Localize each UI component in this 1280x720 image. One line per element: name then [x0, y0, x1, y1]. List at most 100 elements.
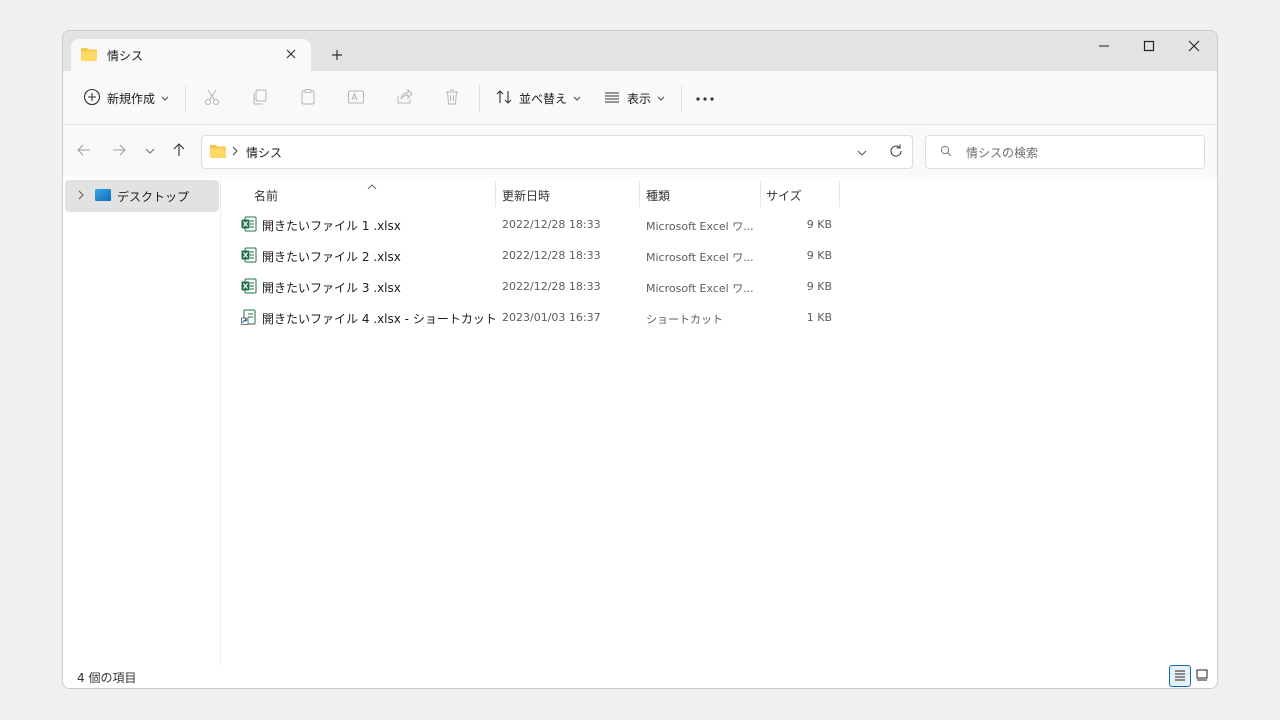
column-header-name[interactable]: 名前 — [254, 181, 278, 209]
plus-circle-icon — [83, 88, 101, 109]
new-item-button[interactable]: 新規作成 — [83, 85, 169, 111]
large-icons-view-button[interactable] — [1191, 665, 1213, 687]
file-row[interactable]: 開きたいファイル 2 .xlsx 2022/12/28 18:33 Micros… — [233, 240, 843, 271]
chevron-down-icon — [145, 144, 155, 158]
paste-button[interactable] — [299, 85, 317, 111]
folder-icon — [81, 47, 97, 64]
details-view-icon — [1174, 669, 1186, 684]
status-bar: 4 個の項目 — [63, 665, 1217, 688]
scissors-icon — [203, 88, 221, 109]
file-name: 開きたいファイル 1 .xlsx — [262, 219, 401, 233]
file-row[interactable]: 開きたいファイル 3 .xlsx 2022/12/28 18:33 Micros… — [233, 271, 843, 302]
column-divider[interactable] — [839, 181, 840, 207]
view-label: 表示 — [627, 91, 652, 106]
content-area: デスクトップ 名前 更新日時 種類 サイズ 開きたいファイル 1 .xlsx 2… — [63, 177, 1217, 671]
cut-button[interactable] — [203, 85, 221, 111]
toolbar-divider — [479, 85, 480, 113]
column-header-size[interactable]: サイズ — [766, 181, 802, 209]
copy-button[interactable] — [251, 85, 269, 111]
excel-file-icon — [241, 278, 257, 294]
trash-icon — [443, 88, 461, 109]
file-size: 9 KB — [806, 280, 832, 293]
file-row[interactable]: 開きたいファイル 1 .xlsx 2022/12/28 18:33 Micros… — [233, 209, 843, 240]
file-date: 2022/12/28 18:33 — [502, 280, 601, 293]
file-type: Microsoft Excel ワ... — [646, 220, 754, 233]
arrow-up-icon — [171, 142, 187, 161]
search-placeholder: 情シスの検索 — [966, 145, 1039, 160]
minimize-icon — [1098, 40, 1110, 55]
arrow-left-icon — [76, 142, 92, 161]
file-date: 2022/12/28 18:33 — [502, 249, 601, 262]
sort-ascending-icon — [367, 179, 377, 193]
sort-button[interactable]: 並べ替え — [495, 85, 581, 111]
command-bar: 新規作成 並べ替え 表示 — [63, 71, 1217, 125]
rename-icon — [347, 88, 365, 109]
file-size: 1 KB — [806, 311, 832, 324]
sidebar-item-label: デスクトップ — [117, 189, 190, 204]
sidebar-item-desktop[interactable]: デスクトップ — [65, 180, 219, 212]
file-type: Microsoft Excel ワ... — [646, 282, 754, 295]
close-tab-icon[interactable] — [283, 46, 299, 62]
column-divider[interactable] — [639, 181, 640, 207]
tab-title: 情シス — [107, 48, 144, 63]
maximize-icon — [1143, 40, 1155, 55]
details-view-button[interactable] — [1169, 665, 1191, 687]
back-button[interactable] — [72, 139, 96, 163]
maximize-button[interactable] — [1126, 31, 1172, 63]
up-button[interactable] — [167, 139, 191, 163]
minimize-button[interactable] — [1081, 31, 1127, 63]
arrow-right-icon — [111, 142, 127, 161]
title-bar: 情シス — [63, 31, 1217, 71]
file-explorer-window: 情シス 新規作成 並べ替え 表示 情シス 情シスの検索 デスクトップ 名前 更新… — [62, 30, 1218, 689]
refresh-icon[interactable] — [888, 143, 904, 162]
tiles-view-icon — [1196, 669, 1208, 684]
more-options-button[interactable] — [695, 85, 715, 111]
search-input[interactable]: 情シスの検索 — [925, 135, 1205, 169]
file-type: ショートカット — [646, 313, 723, 326]
column-divider[interactable] — [760, 181, 761, 207]
copy-icon — [251, 88, 269, 109]
file-row[interactable]: 開きたいファイル 4 .xlsx - ショートカット 2023/01/03 16… — [233, 302, 843, 333]
desktop-icon — [95, 188, 111, 204]
more-dots-icon — [695, 91, 715, 105]
address-bar[interactable]: 情シス — [201, 135, 913, 169]
share-button[interactable] — [395, 85, 413, 111]
item-count: 4 個の項目 — [77, 671, 137, 685]
file-name: 開きたいファイル 2 .xlsx — [262, 250, 401, 264]
toolbar-divider — [185, 85, 186, 113]
column-header-type[interactable]: 種類 — [646, 181, 670, 209]
close-icon — [1188, 40, 1200, 55]
breadcrumb-current[interactable]: 情シス — [246, 144, 282, 161]
rename-button[interactable] — [347, 85, 365, 111]
sort-label: 並べ替え — [519, 91, 568, 106]
new-tab-icon[interactable] — [327, 45, 347, 65]
address-history-dropdown-icon[interactable] — [857, 146, 867, 160]
chevron-down-icon — [657, 91, 665, 105]
chevron-down-icon — [573, 91, 581, 105]
view-button[interactable]: 表示 — [603, 85, 665, 111]
chevron-down-icon — [161, 91, 169, 105]
recent-locations-button[interactable] — [138, 139, 162, 163]
column-divider[interactable] — [495, 181, 496, 207]
excel-file-icon — [241, 247, 257, 263]
excel-file-icon — [241, 216, 257, 232]
close-window-button[interactable] — [1171, 31, 1217, 63]
forward-button[interactable] — [107, 139, 131, 163]
file-list: 名前 更新日時 種類 サイズ 開きたいファイル 1 .xlsx 2022/12/… — [233, 177, 853, 665]
column-header-date[interactable]: 更新日時 — [502, 181, 550, 209]
tab-current-folder[interactable]: 情シス — [71, 39, 311, 71]
breadcrumb-chevron-icon[interactable] — [232, 145, 238, 159]
delete-button[interactable] — [443, 85, 461, 111]
new-item-label: 新規作成 — [107, 91, 156, 106]
file-type: Microsoft Excel ワ... — [646, 251, 754, 264]
file-size: 9 KB — [806, 218, 832, 231]
file-date: 2023/01/03 16:37 — [502, 311, 601, 324]
chevron-right-icon[interactable] — [77, 189, 85, 203]
clipboard-icon — [299, 88, 317, 109]
sort-arrows-icon — [495, 88, 513, 109]
file-date: 2022/12/28 18:33 — [502, 218, 601, 231]
toolbar-divider — [681, 85, 682, 113]
file-name: 開きたいファイル 3 .xlsx — [262, 281, 401, 295]
file-size: 9 KB — [806, 249, 832, 262]
folder-icon — [210, 144, 226, 161]
